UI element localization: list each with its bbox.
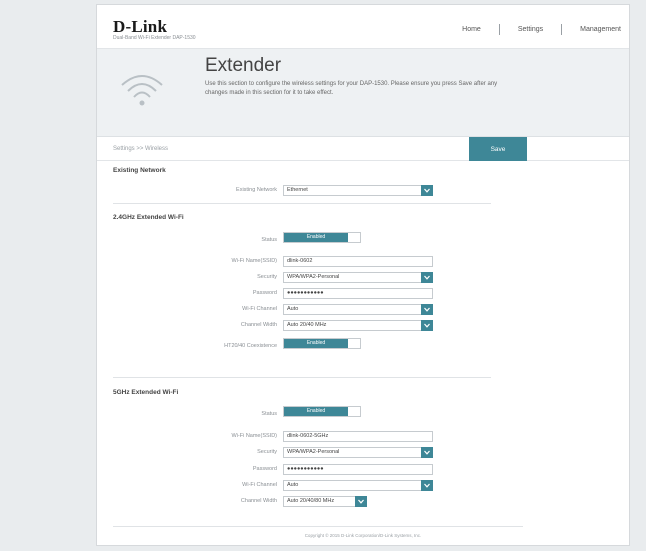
section-title-existing: Existing Network [113,167,166,174]
page-title: Extender [205,55,282,76]
existing-network-label: Existing Network [236,187,277,193]
copyright: Copyright © 2015 D-Link Corporation/D-Li… [304,533,422,538]
model-info: Dual-Band Wi-Fi Extender DAP-1530 [113,35,196,41]
browser-page: D-Link Dual-Band Wi-Fi Extender DAP-1530… [96,4,630,546]
status-5-label: Status [261,411,277,417]
password-5-input[interactable]: ●●●●●●●●●●● [283,464,433,475]
status-24-toggle[interactable]: Enabled [283,232,361,243]
footer-divider [113,526,523,527]
width-5-select[interactable]: Auto 20/40/80 MHz [283,496,367,507]
nav-home[interactable]: Home [462,26,481,33]
chevron-down-icon[interactable] [421,304,433,315]
coexist-24-label: HT20/40 Coexistence [224,343,277,349]
page-banner: Extender Use this section to configure t… [97,49,629,137]
chevron-down-icon[interactable] [421,185,433,196]
chevron-down-icon[interactable] [421,320,433,331]
nav-divider [498,24,500,35]
status-5-value: Enabled [284,407,348,416]
chevron-down-icon[interactable] [421,447,433,458]
chevron-down-icon[interactable] [421,480,433,491]
security-5-label: Security [257,449,277,455]
existing-network-value: Ethernet [287,187,308,193]
page-description: Use this section to configure the wirele… [205,81,498,96]
channel-5-select[interactable]: Auto [283,480,433,491]
breadcrumb[interactable]: Settings >> Wireless [113,146,168,152]
section-divider [113,377,491,378]
ssid-24-label: Wi-Fi Name(SSID) [231,258,277,264]
section-title-24ghz: 2.4GHz Extended Wi-Fi [113,214,184,221]
ssid-24-input[interactable]: dlink-0602 [283,256,433,267]
section-divider [113,203,491,204]
width-24-label: Channel Width [240,322,277,328]
channel-5-value: Auto [287,482,299,488]
security-24-select[interactable]: WPA/WPA2-Personal [283,272,433,283]
security-24-label: Security [257,274,277,280]
nav-settings[interactable]: Settings [518,26,543,33]
section-title-5ghz: 5GHz Extended Wi-Fi [113,389,179,396]
coexist-24-toggle[interactable]: Enabled [283,338,361,349]
security-24-value: WPA/WPA2-Personal [287,274,340,280]
main-nav: Home Settings Management [462,24,621,35]
existing-network-select[interactable]: Ethernet [283,185,433,196]
ssid-5-label: Wi-Fi Name(SSID) [231,433,277,439]
width-24-select[interactable]: Auto 20/40 MHz [283,320,433,331]
status-24-label: Status [261,237,277,243]
width-24-value: Auto 20/40 MHz [287,322,327,328]
password-24-label: Password [252,290,277,296]
status-24-value: Enabled [284,233,348,242]
chevron-down-icon[interactable] [355,496,367,507]
security-5-value: WPA/WPA2-Personal [287,449,340,455]
nav-divider [561,24,563,35]
nav-management[interactable]: Management [580,26,621,33]
password-24-input[interactable]: ●●●●●●●●●●● [283,288,433,299]
width-5-value: Auto 20/40/80 MHz [287,498,335,504]
breadcrumb-row: Settings >> Wireless Save [97,137,629,161]
password-5-label: Password [252,466,277,472]
status-5-toggle[interactable]: Enabled [283,406,361,417]
ssid-5-input[interactable]: dlink-0602-5GHz [283,431,433,442]
chevron-down-icon[interactable] [421,272,433,283]
top-bar: D-Link Dual-Band Wi-Fi Extender DAP-1530… [97,5,629,49]
save-button[interactable]: Save [469,137,527,161]
width-5-label: Channel Width [240,498,277,504]
channel-24-select[interactable]: Auto [283,304,433,315]
channel-5-label: Wi-Fi Channel [242,482,277,488]
channel-24-label: Wi-Fi Channel [242,306,277,312]
wifi-icon [121,75,163,106]
channel-24-value: Auto [287,306,299,312]
dlink-logo[interactable]: D-Link [113,17,167,37]
security-5-select[interactable]: WPA/WPA2-Personal [283,447,433,458]
coexist-24-value: Enabled [284,339,348,348]
